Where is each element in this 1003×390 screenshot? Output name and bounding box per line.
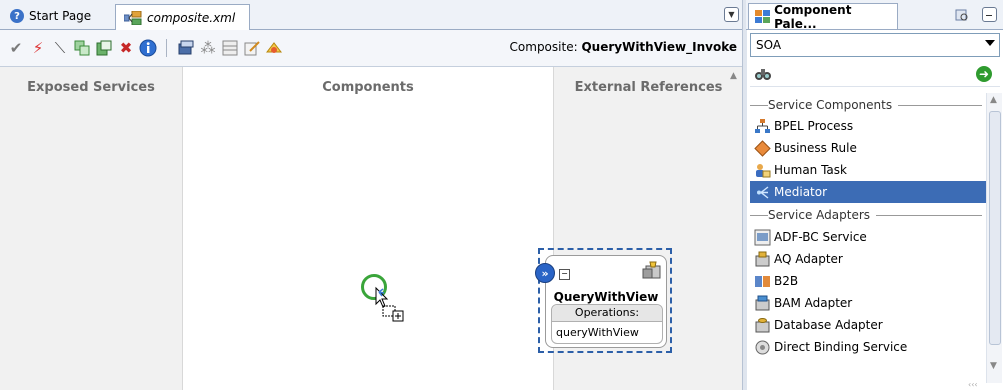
composite-name: QueryWithView_Invoke (581, 40, 737, 54)
resize-grip-icon[interactable]: ‹‹‹ (968, 380, 978, 389)
palette-item-mediator[interactable]: Mediator (750, 181, 986, 203)
group-service-components: Service Components (750, 95, 986, 115)
database-adapter-icon (755, 318, 770, 333)
service-arrow-icon[interactable]: » (535, 263, 555, 283)
edit-icon[interactable] (243, 39, 261, 57)
delete-icon[interactable]: ✖ (117, 39, 135, 57)
reference-name: QueryWithView (553, 290, 659, 304)
composite-name-label: Composite: QueryWithView_Invoke (510, 40, 737, 54)
adapter-icon (642, 261, 661, 279)
palette-scrollbar[interactable]: ▲ ▼ (986, 93, 1002, 383)
group-label: Service Adapters (768, 208, 877, 222)
tab-list-dropdown-icon[interactable]: ▼ (724, 7, 739, 22)
b2b-icon (755, 276, 770, 287)
item-label: Business Rule (774, 141, 857, 155)
toolbar-separator (166, 39, 167, 57)
lightning-icon[interactable]: ⚡ (29, 39, 47, 57)
dropdown-arrow-icon (985, 40, 995, 46)
deploy-icon[interactable] (177, 39, 195, 57)
palette-item-aq-adapter[interactable]: AQ Adapter (750, 248, 986, 270)
item-label: BPEL Process (774, 119, 854, 133)
tab-component-palette[interactable]: Component Pale... (748, 2, 898, 31)
scroll-down-icon[interactable]: ▼ (990, 361, 997, 371)
palette-item-adf-bc-service[interactable]: ADF-BC Service (750, 226, 986, 248)
aq-adapter-icon (755, 251, 770, 267)
wire-icon[interactable]: ⟍ (51, 39, 69, 57)
table-icon[interactable] (221, 39, 239, 57)
category-value: SOA (756, 38, 782, 52)
operations-header: Operations: (552, 305, 662, 322)
lane-title: Components (322, 80, 414, 95)
binoculars-icon (755, 69, 771, 80)
tab-start-page[interactable]: ? Start Page (2, 4, 112, 28)
mediator-icon (757, 186, 769, 199)
composite-icon (123, 10, 142, 25)
operations-box: Operations: queryWithView (551, 304, 663, 344)
validate-check-icon[interactable]: ✔ (7, 39, 25, 57)
resource-palette-icon[interactable] (955, 8, 969, 22)
direct-binding-icon (755, 340, 770, 355)
lane-title: External References (574, 80, 723, 95)
palette-item-bpel-process[interactable]: BPEL Process (750, 115, 986, 137)
palette-item-bam-adapter[interactable]: BAM Adapter (750, 292, 986, 314)
help-icon: ? (10, 9, 24, 23)
lane-title: Exposed Services (27, 80, 155, 95)
palette-tab-label: Component Pale... (774, 2, 852, 31)
lane-components[interactable]: Components (183, 67, 553, 390)
palette-list: Service Components BPEL Process Business… (750, 93, 986, 383)
palette-item-direct-binding-service[interactable]: Direct Binding Service (750, 336, 986, 358)
scroll-up-icon[interactable]: ▲ (990, 95, 997, 105)
paste-icon[interactable] (95, 39, 113, 57)
palette-search-bar: ➜ (750, 62, 1000, 87)
tab-label: Start Page (29, 9, 92, 23)
drag-cursor-icon (375, 286, 404, 322)
reference-selection-box[interactable]: » − QueryWithView Operations: queryWithV… (535, 248, 672, 353)
bam-adapter-icon (755, 295, 770, 311)
collapse-icon[interactable]: − (559, 269, 570, 280)
business-rule-icon (754, 140, 771, 157)
bpel-process-icon (755, 119, 770, 133)
reference-component[interactable]: » − QueryWithView Operations: queryWithV… (535, 255, 667, 348)
item-label: BAM Adapter (774, 296, 853, 310)
search-go-icon[interactable]: ➜ (976, 66, 992, 82)
tab-label: composite.xml (147, 10, 236, 25)
item-label: B2B (774, 274, 799, 288)
composite-canvas[interactable]: Exposed Services Components External Ref… (0, 67, 743, 390)
group-label: Service Components (768, 98, 899, 112)
palette-item-b2b[interactable]: B2B (750, 270, 986, 292)
palette-category-select[interactable]: SOA (750, 33, 1000, 57)
test-icon[interactable] (265, 39, 283, 57)
item-label: Database Adapter (774, 318, 883, 332)
operation-item[interactable]: queryWithView (556, 326, 639, 339)
item-label: Mediator (774, 185, 828, 199)
human-task-icon (756, 164, 771, 178)
item-label: AQ Adapter (774, 252, 843, 266)
scroll-up-icon[interactable]: ▲ (730, 71, 741, 81)
layout-icon[interactable]: ⁂ (199, 39, 217, 57)
palette-icon (755, 9, 770, 23)
palette-tab-strip: Component Pale... (746, 0, 1003, 31)
palette-item-database-adapter[interactable]: Database Adapter (750, 314, 986, 336)
minimize-icon[interactable] (982, 7, 997, 22)
composite-prefix: Composite: (509, 40, 578, 54)
panel-splitter[interactable] (742, 0, 747, 390)
palette-item-human-task[interactable]: Human Task (750, 159, 986, 181)
lane-exposed-services[interactable]: Exposed Services (0, 67, 183, 390)
item-label: Direct Binding Service (774, 340, 908, 354)
editor-tab-strip: ? Start Page composite.xml ▼ (0, 0, 742, 30)
palette-item-business-rule[interactable]: Business Rule (750, 137, 986, 159)
adf-bc-icon (754, 229, 771, 246)
palette-search-input[interactable] (776, 64, 970, 84)
copy-icon[interactable] (73, 39, 91, 57)
editor-toolbar: ✔ ⚡ ⟍ ✖ ⁂ Composite: QueryWithView_Invok… (0, 30, 742, 67)
item-label: Human Task (774, 163, 847, 177)
group-service-adapters: Service Adapters (750, 205, 986, 225)
scroll-thumb[interactable] (989, 111, 1001, 345)
item-label: ADF-BC Service (774, 230, 867, 244)
info-icon[interactable] (139, 39, 157, 57)
tab-composite-xml[interactable]: composite.xml (115, 4, 250, 30)
